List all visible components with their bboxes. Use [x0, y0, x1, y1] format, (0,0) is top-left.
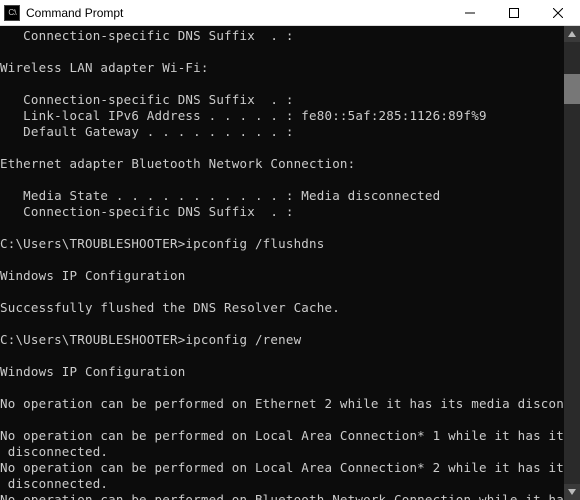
terminal-container: Connection-specific DNS Suffix . : Wirel… — [0, 26, 580, 500]
scroll-up-button[interactable] — [564, 26, 580, 42]
minimize-button[interactable] — [448, 0, 492, 25]
cmd-icon: C:\ — [4, 5, 20, 21]
window-title: Command Prompt — [26, 6, 448, 20]
terminal-output[interactable]: Connection-specific DNS Suffix . : Wirel… — [0, 26, 564, 500]
scroll-down-button[interactable] — [564, 484, 580, 500]
titlebar: C:\ Command Prompt — [0, 0, 580, 26]
maximize-button[interactable] — [492, 0, 536, 25]
scrollbar-thumb[interactable] — [564, 74, 580, 104]
close-button[interactable] — [536, 0, 580, 25]
vertical-scrollbar[interactable] — [564, 26, 580, 500]
window-controls — [448, 0, 580, 25]
